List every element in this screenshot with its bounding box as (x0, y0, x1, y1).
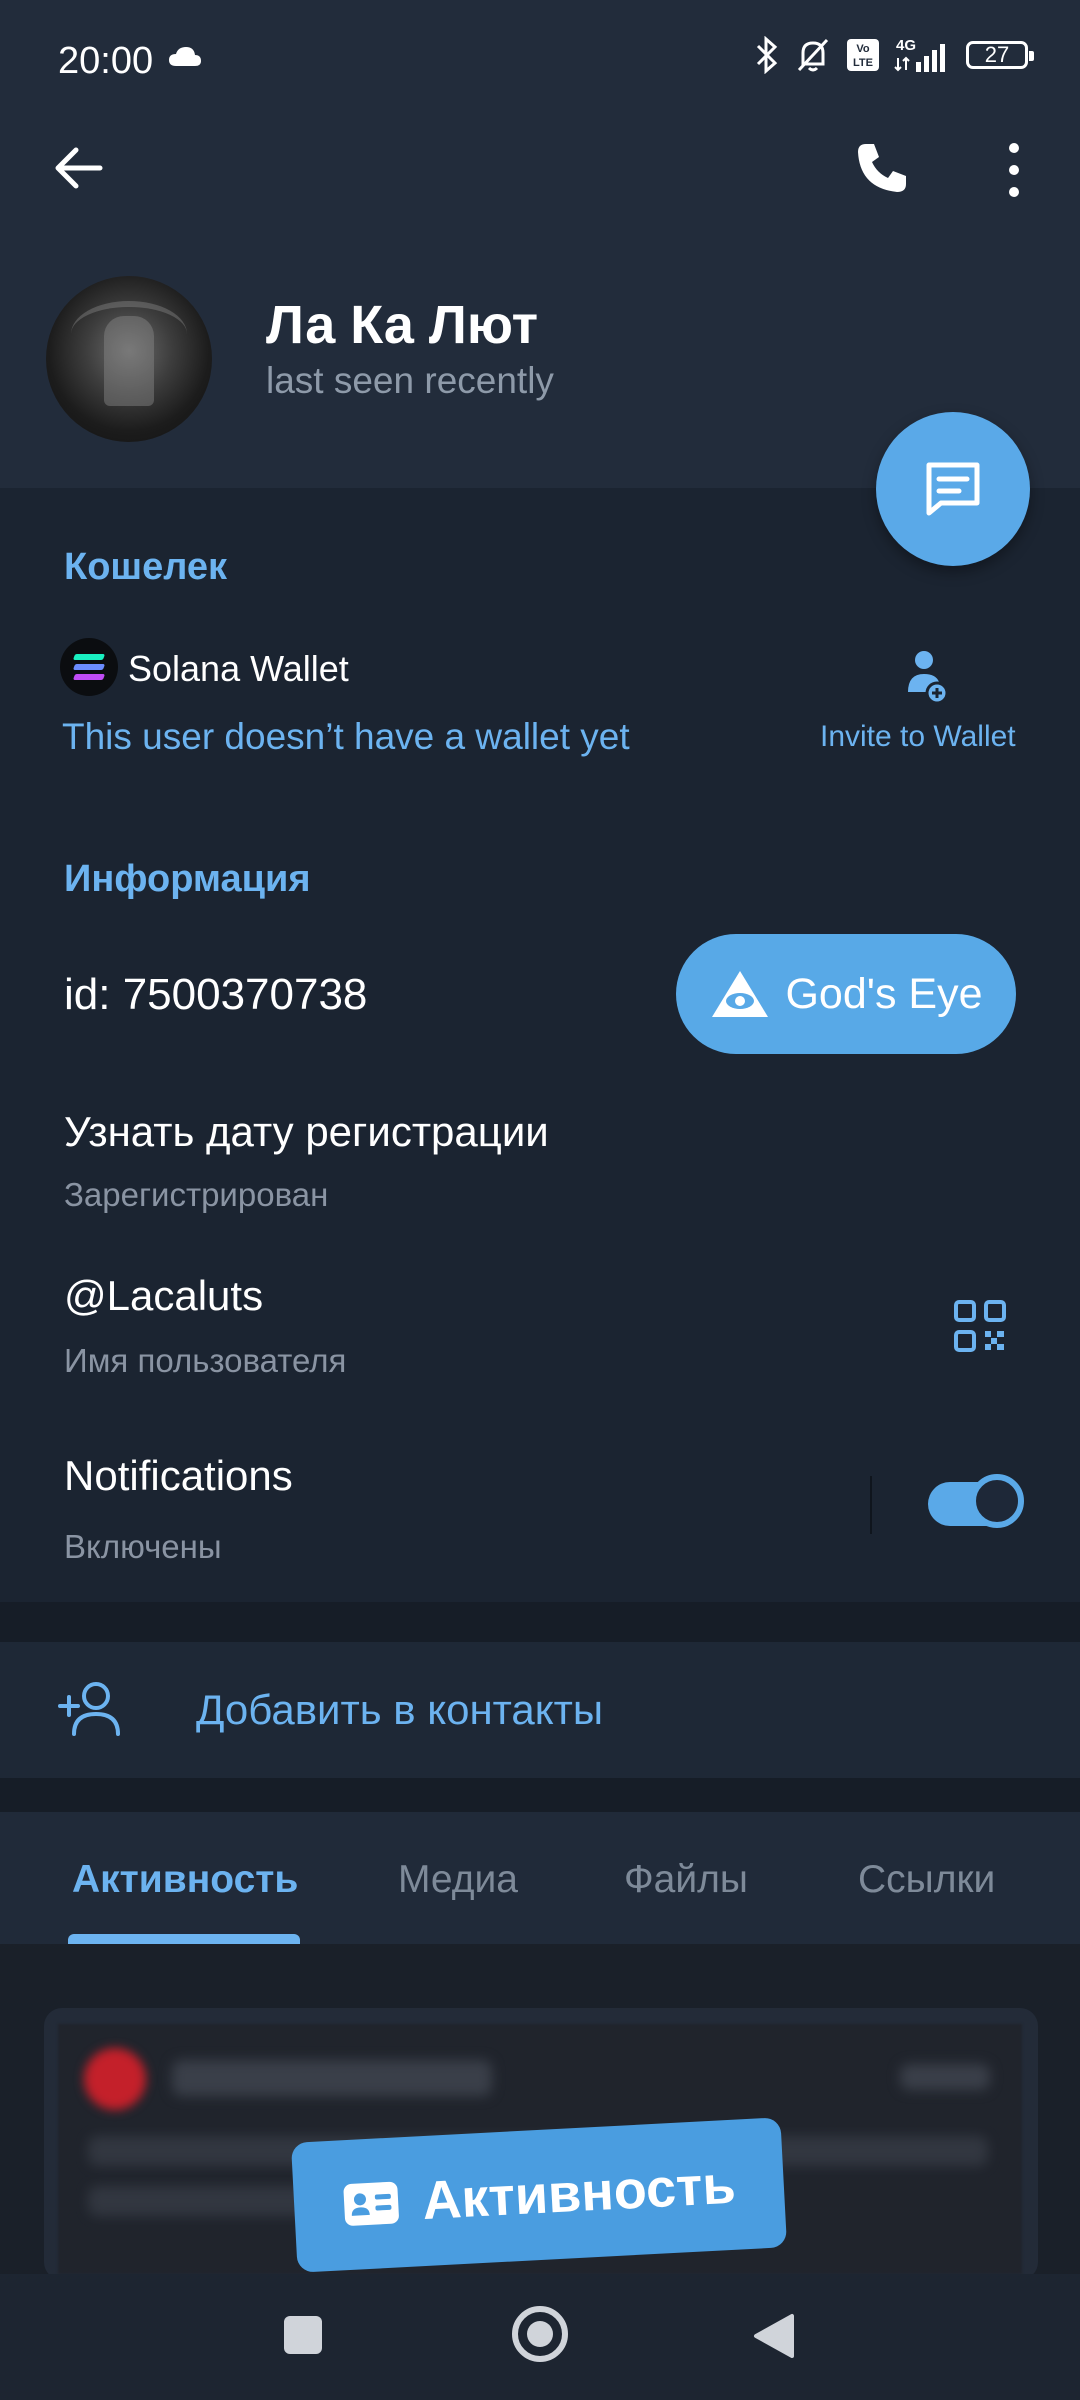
section-separator (0, 1778, 1080, 1812)
invite-to-wallet-button[interactable]: Invite to Wallet (820, 720, 1016, 754)
chat-icon (926, 462, 980, 516)
cloud-icon (169, 47, 201, 66)
username[interactable]: @Lacaluts (64, 1272, 263, 1320)
no-wallet-text: This user doesn’t have a wallet yet (62, 716, 630, 757)
section-separator (0, 1602, 1080, 1642)
svg-text:4G: 4G (896, 37, 916, 54)
tab-links[interactable]: Ссылки (858, 1858, 995, 1902)
invite-user-icon[interactable] (906, 648, 948, 704)
phone-icon[interactable] (852, 140, 910, 198)
profile-name: Ла Ка Лют (266, 295, 539, 355)
add-user-icon (58, 1682, 120, 1736)
notifications-title[interactable]: Notifications (64, 1452, 293, 1500)
home-button[interactable] (512, 2306, 568, 2362)
wallet-name: Solana Wallet (128, 648, 349, 689)
bell-off-icon (797, 38, 829, 72)
svg-text:Vo: Vo (856, 43, 870, 55)
wallet-section-title: Кошелек (64, 546, 228, 588)
tab-activity[interactable]: Активность (72, 1858, 298, 1902)
qr-code-icon[interactable] (954, 1300, 1006, 1352)
id-card-icon (343, 2181, 400, 2226)
user-id[interactable]: id: 7500370738 (64, 970, 367, 1020)
username-label: Имя пользователя (64, 1342, 347, 1379)
signal-icon: 4G (894, 37, 945, 72)
avatar[interactable] (46, 276, 212, 442)
activity-badge[interactable]: Активность (290, 2117, 788, 2273)
registration-date-title[interactable]: Узнать дату регистрации (64, 1108, 549, 1156)
blurred-avatar (84, 2048, 146, 2110)
battery-level: 27 (984, 42, 1010, 67)
volte-icon: Vo LTE (847, 39, 879, 71)
message-button[interactable] (876, 412, 1030, 566)
notifications-toggle-knob[interactable] (970, 1474, 1024, 1528)
status-icons: Vo LTE 4G 27 (754, 36, 1034, 74)
gods-eye-button[interactable]: God's Eye (676, 934, 1016, 1054)
notifications-status: Включены (64, 1528, 222, 1565)
tab-files[interactable]: Файлы (624, 1858, 748, 1902)
back-arrow-icon[interactable] (50, 140, 106, 196)
nav-back-icon[interactable] (752, 2312, 796, 2360)
activity-badge-label: Активность (420, 2154, 738, 2232)
notifications-divider (870, 1476, 872, 1534)
blurred-text-line (900, 2064, 990, 2090)
svg-text:LTE: LTE (853, 57, 873, 69)
home-dot (527, 2321, 553, 2347)
bluetooth-icon (756, 36, 778, 74)
registration-date-sub: Зарегистрирован (64, 1176, 329, 1213)
blurred-text-line (172, 2060, 492, 2096)
eye-pyramid-icon (712, 971, 769, 1017)
active-tab-indicator (68, 1934, 300, 1944)
more-options-icon[interactable] (1000, 140, 1028, 200)
add-contact-label[interactable]: Добавить в контакты (196, 1686, 603, 1734)
recents-button[interactable] (284, 2316, 322, 2354)
solana-icon (60, 638, 118, 696)
info-section-title: Информация (64, 858, 311, 900)
status-time: 20:00 (58, 40, 154, 82)
last-seen-status: last seen recently (266, 360, 554, 401)
battery-icon: 27 (966, 41, 1034, 69)
gods-eye-label: God's Eye (785, 969, 983, 1018)
tab-media[interactable]: Медиа (398, 1858, 518, 1902)
